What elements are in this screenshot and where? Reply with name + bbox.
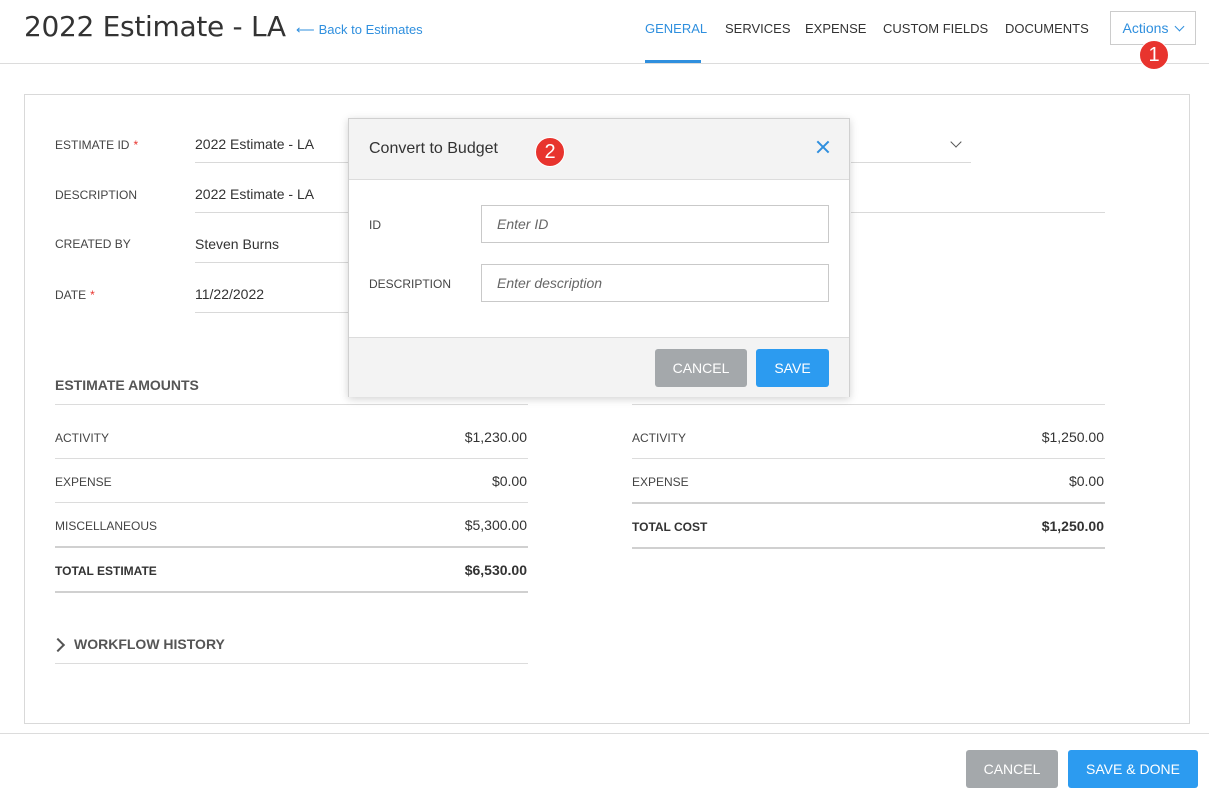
date-label: DATE * [55,288,95,302]
cost-expense-label: EXPENSE [632,475,689,489]
chevron-down-icon[interactable] [950,136,962,148]
tab-documents[interactable]: DOCUMENTS [1005,21,1089,36]
cost-activity-value: $1,250.00 [1041,429,1104,445]
page-title: 2022 Estimate - LA [24,10,286,43]
total-cost-label: TOTAL COST [632,520,708,534]
divider [632,502,1105,504]
divider [632,547,1105,549]
dialog-save-button[interactable]: SAVE [756,349,829,387]
dialog-footer: CANCEL SAVE [349,337,849,397]
date-underline [195,312,355,313]
workflow-history-toggle[interactable]: WORKFLOW HISTORY [74,636,225,652]
right-field-underline [851,162,971,163]
tab-services[interactable]: SERVICES [725,21,791,36]
total-cost-value: $1,250.00 [1041,518,1104,534]
divider [55,546,528,548]
created-by-underline [195,262,355,263]
miscellaneous-value: $5,300.00 [464,517,527,533]
save-and-done-button[interactable]: SAVE & DONE [1068,750,1198,788]
close-icon[interactable] [815,139,831,155]
cost-expense-value: $0.00 [1068,473,1104,489]
id-label: ID [369,218,381,232]
activity-label: ACTIVITY [55,431,110,445]
chevron-right-icon[interactable] [50,637,66,653]
total-estimate-value: $6,530.00 [464,562,527,578]
cancel-button[interactable]: CANCEL [966,750,1058,788]
cost-activity-label: ACTIVITY [632,431,687,445]
description-value[interactable]: 2022 Estimate - LA [195,186,314,202]
divider [55,458,528,459]
divider [632,404,1105,405]
estimate-id-value[interactable]: 2022 Estimate - LA [195,136,314,152]
estimate-amounts-title: ESTIMATE AMOUNTS [55,377,199,393]
id-input[interactable] [481,205,829,243]
description-underline [195,212,355,213]
description-input[interactable] [481,264,829,302]
divider [55,502,528,503]
expense-label: EXPENSE [55,475,112,489]
created-by-value: Steven Burns [195,236,280,252]
divider [632,458,1105,459]
convert-to-budget-dialog: Convert to Budget ID DESCRIPTION CANCEL … [348,118,850,397]
chevron-down-icon [1175,21,1185,31]
arrow-left-icon: ⟵ [296,22,315,37]
active-tab-indicator [645,60,701,63]
created-by-label: CREATED BY [55,237,131,251]
right-field-underline-2 [851,212,1105,213]
page-header: 2022 Estimate - LA ⟵ Back to Estimates GE… [0,0,1209,64]
description-label: DESCRIPTION [55,188,138,202]
back-link-label: Back to Estimates [318,22,423,37]
date-value[interactable]: 11/22/2022 [195,286,264,302]
dialog-cancel-button[interactable]: CANCEL [655,349,747,387]
estimate-id-underline [195,162,355,163]
miscellaneous-label: MISCELLANEOUS [55,519,158,533]
actions-label: Actions [1122,20,1169,36]
dialog-title: Convert to Budget [369,140,498,157]
estimate-id-label: ESTIMATE ID * [55,138,139,152]
dialog-header: Convert to Budget [349,119,849,180]
activity-value: $1,230.00 [464,429,527,445]
divider [55,404,528,405]
tab-custom-fields[interactable]: CUSTOM FIELDS [883,21,988,36]
divider [55,591,528,593]
description-label: DESCRIPTION [369,277,452,291]
page-footer: CANCEL SAVE & DONE [0,733,1209,794]
step-badge-2: 2 [535,137,565,167]
tab-expense[interactable]: EXPENSE [805,21,866,36]
step-badge-1: 1 [1139,40,1169,70]
back-to-estimates-link[interactable]: ⟵ Back to Estimates [296,22,423,38]
divider [55,663,528,664]
tab-general[interactable]: GENERAL [645,21,707,36]
expense-value: $0.00 [491,473,527,489]
total-estimate-label: TOTAL ESTIMATE [55,564,157,578]
